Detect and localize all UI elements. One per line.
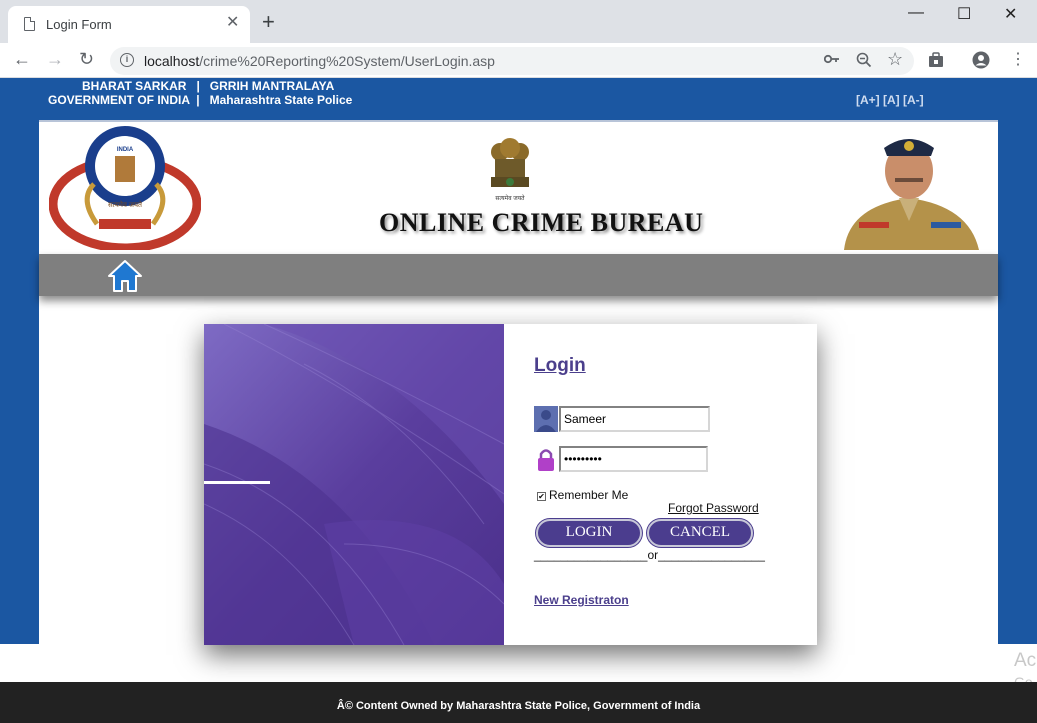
info-icon[interactable]: i	[120, 53, 134, 67]
star-icon[interactable]: ☆	[887, 49, 903, 70]
browser-toolbar: ← → ↻ i localhost/crime%20Reporting%20Sy…	[0, 43, 1037, 78]
extension-icon[interactable]	[928, 52, 944, 68]
menu-icon[interactable]: ⋮	[1010, 49, 1026, 69]
national-emblem: सत्यमेव जयते	[491, 138, 529, 202]
emblem-motto: सत्यमेव जयते	[495, 194, 525, 202]
new-registration-link[interactable]: New Registraton	[534, 593, 629, 607]
cancel-button[interactable]: CANCEL	[647, 519, 753, 547]
remember-me[interactable]: ✔ Remember Me	[537, 488, 628, 502]
login-card: Login ✔Remember Me Forgot Password LOGIN…	[204, 324, 817, 645]
site-title: ONLINE CRIME BUREAU	[379, 208, 704, 237]
document-icon	[24, 17, 35, 31]
key-icon[interactable]	[824, 53, 840, 65]
address-bar[interactable]: i localhost/crime%20Reporting%20System/U…	[110, 47, 914, 75]
footer: Â© Content Owned by Maharashtra State Po…	[0, 682, 1037, 723]
govt-line-1: BHARAT SARKAR | GRRIH MANTRALAYA	[82, 79, 335, 93]
minimize-icon[interactable]: —	[908, 4, 924, 22]
font-size-controls[interactable]: [A+] [A] [A-]	[856, 93, 924, 107]
tab-close-icon[interactable]: ✕	[226, 15, 239, 31]
tab-title: Login Form	[46, 17, 112, 32]
nav-bar	[39, 254, 998, 296]
svg-text:सत्यमेव जयते: सत्यमेव जयते	[108, 200, 143, 209]
officer-photo	[839, 126, 984, 250]
user-icon	[534, 406, 558, 432]
login-button[interactable]: LOGIN	[536, 519, 642, 547]
login-form: Login ✔Remember Me Forgot Password LOGIN…	[504, 324, 817, 645]
profile-icon[interactable]	[972, 51, 990, 69]
banner: INDIA सत्यमेव जयते सत्यमेव जयते ONLINE C…	[39, 122, 998, 252]
back-icon[interactable]: ←	[13, 49, 31, 69]
url-text[interactable]: localhost/crime%20Reporting%20System/Use…	[144, 53, 495, 69]
username-input[interactable]	[559, 406, 710, 432]
lock-icon	[534, 446, 558, 472]
browser-tabbar: Login Form ✕ + — ☐ ✕	[0, 0, 1037, 43]
login-title: Login	[534, 355, 586, 376]
new-tab-icon[interactable]: +	[262, 11, 275, 33]
footer-text: Â© Content Owned by Maharashtra State Po…	[336, 700, 701, 712]
browser-tab[interactable]: Login Form ✕	[8, 6, 250, 43]
remember-label: Remember Me	[549, 488, 629, 502]
page: BHARAT SARKAR | GRRIH MANTRALAYA GOVERNM…	[0, 78, 1037, 723]
leaf-background-image	[204, 324, 504, 645]
password-input[interactable]	[559, 446, 708, 472]
zoom-out-icon[interactable]	[856, 52, 872, 68]
home-icon[interactable]	[107, 258, 143, 294]
forward-icon[interactable]: →	[46, 49, 64, 69]
govt-line-2: GOVERNMENT OF INDIA | Maharashtra State …	[48, 93, 353, 107]
maximize-icon[interactable]: ☐	[957, 4, 971, 24]
remember-checkbox[interactable]: ✔	[537, 492, 546, 501]
activation-watermark-line1: Ac	[1014, 650, 1037, 671]
window-close-icon[interactable]: ✕	[1004, 4, 1017, 24]
or-separator: _________________or________________	[534, 548, 765, 562]
cbi-logo: INDIA सत्यमेव जयते	[49, 126, 201, 250]
reload-icon[interactable]: ↻	[79, 49, 94, 69]
forgot-password-link[interactable]: Forgot Password	[668, 501, 759, 515]
cbi-india-text: INDIA	[117, 147, 134, 153]
